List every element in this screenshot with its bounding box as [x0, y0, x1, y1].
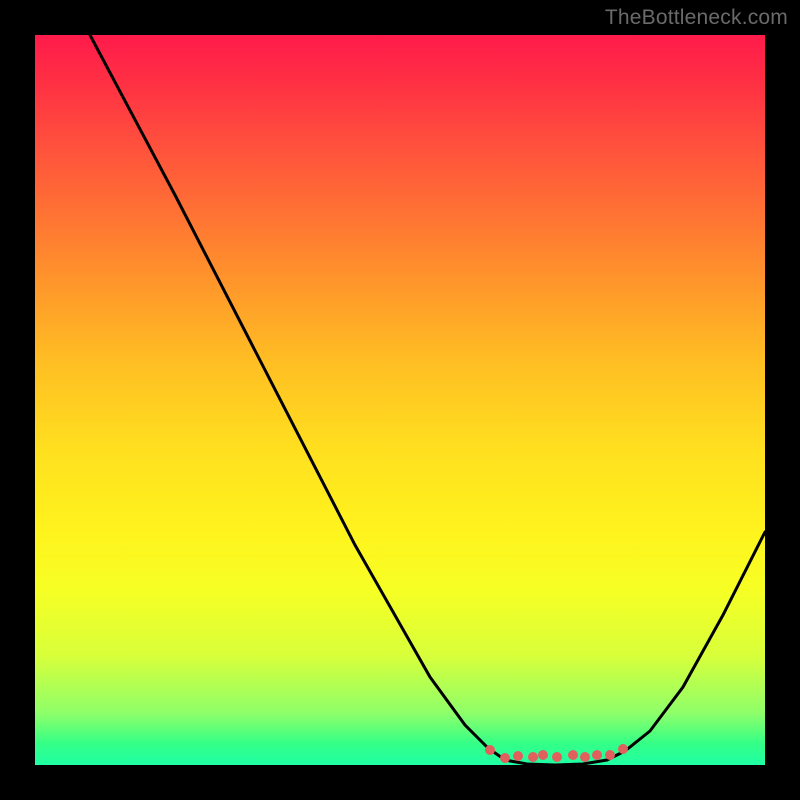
optimal-dot: [618, 744, 628, 754]
optimal-dot: [538, 750, 548, 760]
optimal-dot: [592, 750, 602, 760]
optimal-dot: [528, 752, 538, 762]
bottleneck-curve-path: [90, 35, 765, 765]
curve-svg: [35, 35, 765, 765]
optimal-dot: [580, 752, 590, 762]
plot-area: [35, 35, 765, 765]
optimal-dot: [485, 745, 495, 755]
chart-frame: TheBottleneck.com: [0, 0, 800, 800]
optimal-dot: [513, 751, 523, 761]
optimal-dot: [568, 750, 578, 760]
optimal-dot: [552, 752, 562, 762]
watermark-text: TheBottleneck.com: [605, 6, 788, 30]
optimal-dot: [605, 750, 615, 760]
optimal-dot: [500, 753, 510, 763]
